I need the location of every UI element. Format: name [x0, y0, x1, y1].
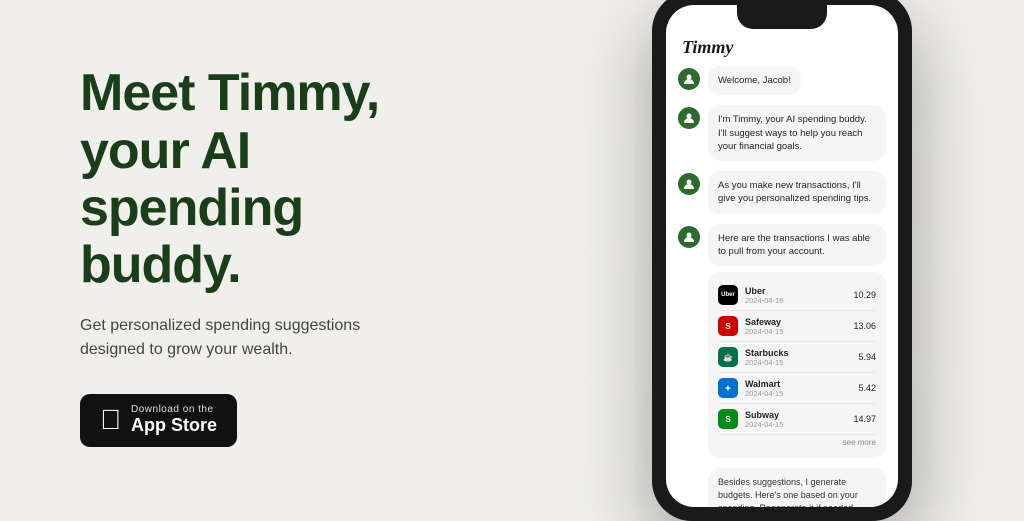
subtitle: Get personalized spending suggestions de… [80, 314, 420, 362]
subway-date: 2024-04-15 [745, 420, 846, 429]
safeway-date: 2024-04-15 [745, 327, 846, 336]
transaction-walmart: ✦ Walmart 2024-04-15 5.42 [718, 373, 876, 404]
subway-logo: S [718, 409, 738, 429]
phone-screen: Timmy Welcome, Jacob! [666, 5, 898, 507]
uber-amount: 10.29 [853, 290, 876, 300]
uber-name: Uber [745, 286, 846, 296]
right-section: Timmy Welcome, Jacob! [540, 0, 1024, 521]
uber-logo: Uber [718, 285, 738, 305]
transaction-safeway: S Safeway 2024-04-15 13.06 [718, 311, 876, 342]
chat-bubble-3: As you make new transactions, I'll give … [708, 171, 886, 214]
left-section: Meet Timmy, your AI spending buddy. Get … [0, 5, 540, 506]
starbucks-date: 2024-04-15 [745, 358, 851, 367]
starbucks-name: Starbucks [745, 348, 851, 358]
timmy-avatar-4 [678, 226, 700, 248]
bottom-chat-bubble: Besides suggestions, I generate budgets.… [708, 468, 886, 507]
chat-area: Welcome, Jacob! I'm Timmy, your AI spend… [666, 66, 898, 507]
download-label: Download on the [131, 404, 217, 415]
uber-info: Uber 2024-04-16 [745, 286, 846, 305]
timmy-avatar-1 [678, 68, 700, 90]
phone-notch [737, 5, 827, 29]
safeway-logo: S [718, 316, 738, 336]
transaction-uber: Uber Uber 2024-04-16 10.29 [718, 280, 876, 311]
store-label: App Store [131, 415, 217, 437]
walmart-info: Walmart 2024-04-15 [745, 379, 851, 398]
chat-bubble-2: I'm Timmy, your AI spending buddy. I'll … [708, 105, 886, 161]
app-store-button-text: Download on the App Store [131, 404, 217, 437]
transaction-group: Here are the transactions I was able to … [708, 224, 886, 459]
subway-name: Subway [745, 410, 846, 420]
chat-message-2: I'm Timmy, your AI spending buddy. I'll … [678, 105, 886, 161]
phone-mockup: Timmy Welcome, Jacob! [652, 0, 912, 521]
walmart-logo: ✦ [718, 378, 738, 398]
see-more-link[interactable]: see more [718, 435, 876, 450]
chat-bubble-4: Here are the transactions I was able to … [708, 224, 886, 267]
subway-info: Subway 2024-04-15 [745, 410, 846, 429]
transaction-starbucks: ☕ Starbucks 2024-04-15 5.94 [718, 342, 876, 373]
chat-message-3: As you make new transactions, I'll give … [678, 171, 886, 214]
app-store-button[interactable]:  Download on the App Store [80, 394, 237, 447]
chat-message-4: Here are the transactions I was able to … [678, 224, 886, 459]
walmart-name: Walmart [745, 379, 851, 389]
chat-bubble-1: Welcome, Jacob! [708, 66, 801, 95]
timmy-avatar-2 [678, 107, 700, 129]
safeway-info: Safeway 2024-04-15 [745, 317, 846, 336]
uber-date: 2024-04-16 [745, 296, 846, 305]
transactions-card: Uber Uber 2024-04-16 10.29 S Saf [708, 272, 886, 458]
walmart-date: 2024-04-15 [745, 389, 851, 398]
subway-amount: 14.97 [853, 414, 876, 424]
starbucks-amount: 5.94 [858, 352, 876, 362]
walmart-amount: 5.42 [858, 383, 876, 393]
starbucks-logo: ☕ [718, 347, 738, 367]
chat-message-1: Welcome, Jacob! [678, 66, 886, 95]
starbucks-info: Starbucks 2024-04-15 [745, 348, 851, 367]
timmy-avatar-3 [678, 173, 700, 195]
headline: Meet Timmy, your AI spending buddy. [80, 65, 460, 294]
safeway-amount: 13.06 [853, 321, 876, 331]
apple-icon:  [100, 406, 121, 434]
transaction-subway: S Subway 2024-04-15 14.97 [718, 404, 876, 435]
safeway-name: Safeway [745, 317, 846, 327]
